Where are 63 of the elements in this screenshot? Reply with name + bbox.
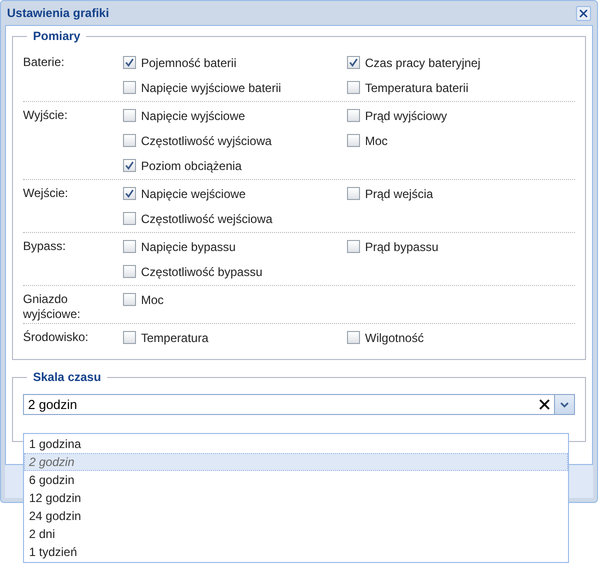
checkbox[interactable] [123,187,136,200]
window-title: Ustawienia grafiki [7,6,110,20]
checkbox[interactable] [123,81,136,94]
dropdown-option[interactable]: 1 godzina [24,435,568,453]
checkbox[interactable] [123,159,136,172]
dropdown-option[interactable]: 1 tydzień [24,543,568,561]
checkbox[interactable] [123,212,136,225]
checkbox[interactable] [123,240,136,253]
checkbox-label: Napięcie wyjściowe [141,108,246,122]
checkbox[interactable] [123,109,136,122]
checkbox-label: Częstotliwość bypassu [141,264,262,278]
checkbox[interactable] [347,81,360,94]
checkbox[interactable] [123,134,136,147]
group-label: Baterie: [23,54,66,70]
checkbox[interactable] [347,240,360,253]
panel-legend: Skala czasu [27,370,108,384]
checkbox-label: Częstotliwość wejściowa [141,212,272,226]
checkbox-label: Czas pracy bateryjnej [365,56,480,70]
checkbox-label: Napięcie wyjściowe baterii [141,80,282,94]
checkbox[interactable] [123,56,136,69]
checkmark-icon [125,189,134,198]
checkbox-label: Napięcie wejściowe [141,186,246,200]
checkbox[interactable] [347,187,360,200]
checkbox-label: Moc [141,292,164,306]
checkbox[interactable] [347,56,360,69]
time-scale-combo[interactable]: 2 godzin [23,394,575,415]
checkbox-label: Prąd wejścia [365,186,434,200]
checkmark-icon [125,161,134,170]
clear-x-icon [538,399,550,410]
checkbox[interactable] [123,331,136,344]
panel-legend: Pomiary [27,29,86,43]
dropdown-button[interactable] [554,395,574,414]
checkbox[interactable] [347,134,360,147]
checkbox[interactable] [347,109,360,122]
group-label: Gniazdo wyjściowe: [23,291,82,322]
checkbox-label: Prąd bypassu [365,240,438,254]
dropdown-option[interactable]: 2 godzin [24,453,568,471]
checkmark-icon [125,58,134,67]
combo-value: 2 godzin [27,396,78,414]
dropdown-option[interactable]: 2 dni [24,525,568,543]
dropdown-option[interactable]: 6 godzin [24,471,568,489]
group-label: Środowisko: [23,329,90,345]
checkbox[interactable] [347,331,360,344]
dropdown-option[interactable]: 24 godzin [24,507,568,525]
checkbox-label: Wilgotność [365,330,424,344]
close-icon [579,8,588,18]
close-button[interactable] [576,6,591,20]
group-label: Wyjście: [23,107,69,123]
dropdown-option[interactable]: 12 godzin [24,489,568,507]
checkbox-label: Częstotliwość wyjściowa [141,134,272,148]
checkmark-icon [349,58,358,67]
checkbox-label: Napięcie bypassu [141,240,236,254]
checkbox-label: Poziom obciążenia [141,158,242,172]
checkbox-label: Pojemność baterii [141,56,236,70]
checkbox[interactable] [123,265,136,278]
caret-icon [560,402,569,408]
group-label: Bypass: [23,238,67,254]
checkbox-label: Prąd wyjściowy [365,108,448,122]
checkbox-label: Temperatura [141,330,208,344]
checkbox[interactable] [123,293,136,306]
checkbox-label: Temperatura baterii [365,80,468,94]
checkbox-label: Moc [365,134,388,148]
group-label: Wejście: [23,185,70,201]
